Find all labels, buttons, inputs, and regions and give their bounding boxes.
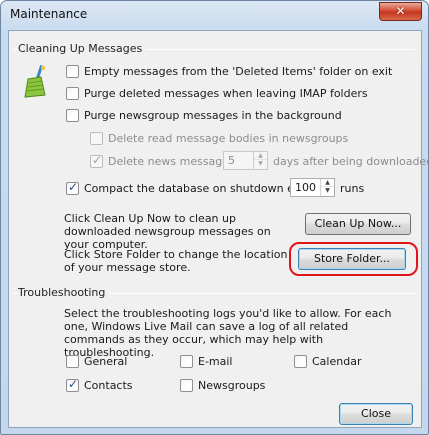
window-close-button[interactable]: ✕	[379, 2, 422, 21]
log-newsgroups-checkbox[interactable]	[180, 379, 193, 392]
log-email-label[interactable]: E-mail	[198, 355, 233, 368]
delete-news-days-spinner[interactable]: 5 ▲ ▼	[223, 151, 268, 170]
delete-news-days-value[interactable]: 5	[228, 154, 235, 167]
purge-imap-label[interactable]: Purge deleted messages when leaving IMAP…	[84, 87, 368, 100]
purge-newsgroup-label[interactable]: Purge newsgroup messages in the backgrou…	[84, 109, 342, 122]
spinner-up-icon[interactable]: ▲	[321, 179, 334, 187]
check-icon: ✓	[68, 180, 79, 194]
maintenance-dialog: Maintenance ✕ Cleaning Up Messages Empty…	[0, 0, 429, 435]
log-email-checkbox[interactable]	[180, 355, 193, 368]
empty-deleted-label[interactable]: Empty messages from the 'Deleted Items' …	[84, 65, 392, 78]
log-general-checkbox[interactable]	[66, 355, 79, 368]
delete-news-label[interactable]: Delete news messages	[108, 155, 235, 168]
log-calendar-label[interactable]: Calendar	[312, 355, 361, 368]
troubleshooting-group-legend: Troubleshooting	[18, 286, 110, 299]
compact-runs-value[interactable]: 100	[295, 181, 316, 194]
spinner-up-icon[interactable]: ▲	[254, 152, 267, 160]
compact-suffix: runs	[340, 182, 365, 195]
check-icon: ✓	[92, 153, 103, 167]
delete-news-suffix: days after being downloaded	[273, 155, 429, 168]
log-newsgroups-label[interactable]: Newsgroups	[198, 379, 265, 392]
purge-imap-checkbox[interactable]	[66, 87, 79, 100]
purge-newsgroup-checkbox[interactable]	[66, 109, 79, 122]
log-contacts-label[interactable]: Contacts	[84, 379, 133, 392]
check-icon: ✓	[68, 377, 79, 391]
broom-icon	[24, 65, 46, 98]
spinner-arrows[interactable]: ▲ ▼	[320, 179, 334, 196]
cleanup-group-legend: Cleaning Up Messages	[18, 42, 147, 55]
troubleshooting-description: Select the troubleshooting logs you'd li…	[64, 307, 392, 359]
store-folder-button[interactable]: Store Folder...	[298, 248, 406, 270]
cleanup-description: Click Clean Up Now to clean up downloade…	[64, 212, 271, 251]
log-contacts-checkbox[interactable]: ✓	[66, 377, 79, 392]
compact-label[interactable]: Compact the database on shutdown every	[84, 182, 318, 195]
compact-checkbox[interactable]: ✓	[66, 180, 79, 195]
log-general-label[interactable]: General	[84, 355, 127, 368]
empty-deleted-checkbox[interactable]	[66, 65, 79, 78]
delete-news-checkbox[interactable]: ✓	[90, 153, 103, 168]
dialog-client-area: Cleaning Up Messages Empty messages from…	[8, 30, 429, 428]
delete-read-bodies-checkbox[interactable]	[90, 132, 103, 145]
spinner-arrows[interactable]: ▲ ▼	[253, 152, 267, 169]
spinner-down-icon[interactable]: ▼	[254, 160, 267, 168]
window-title: Maintenance	[10, 7, 88, 21]
clean-up-now-button[interactable]: Clean Up Now...	[305, 213, 411, 235]
store-description: Click Store Folder to change the locatio…	[64, 248, 288, 274]
log-calendar-checkbox[interactable]	[294, 355, 307, 368]
close-button[interactable]: Close	[339, 403, 413, 425]
delete-read-bodies-label[interactable]: Delete read message bodies in newsgroups	[108, 132, 348, 145]
compact-runs-spinner[interactable]: 100 ▲ ▼	[290, 178, 335, 197]
title-bar[interactable]: Maintenance ✕	[1, 1, 428, 29]
spinner-down-icon[interactable]: ▼	[321, 187, 334, 195]
